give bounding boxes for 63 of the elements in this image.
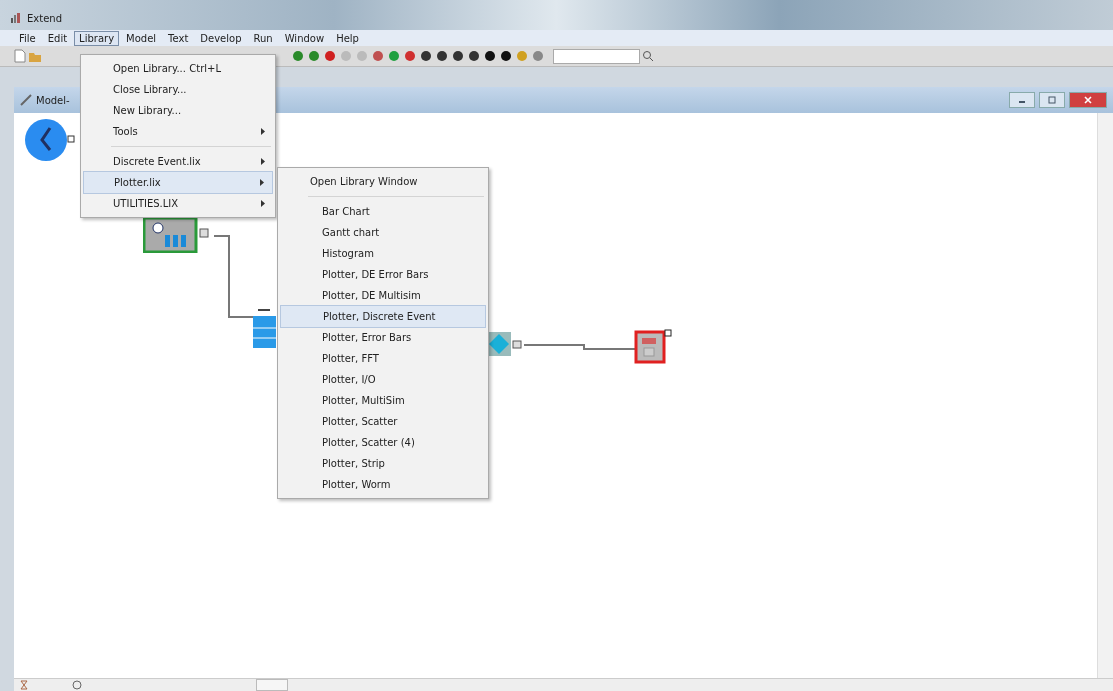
toolbar-icon[interactable] [435, 49, 449, 63]
toolbar-icon[interactable] [419, 49, 433, 63]
menu-option[interactable]: Open Library... Ctrl+L [83, 58, 273, 79]
menu-option[interactable]: Plotter, I/O [280, 369, 486, 390]
menu-option[interactable]: Plotter, FFT [280, 348, 486, 369]
clock-block-icon[interactable] [24, 118, 76, 162]
search-icon[interactable] [642, 50, 654, 62]
queue-block-icon[interactable] [252, 308, 277, 350]
menu-item[interactable]: Window [279, 30, 330, 46]
horizontal-scrollbar[interactable] [256, 679, 288, 691]
menu-item[interactable]: Library [74, 30, 120, 46]
menu-option[interactable]: Plotter.lix [83, 171, 273, 194]
menu-item[interactable]: Edit [42, 30, 73, 46]
menu-option-label: Discrete Event.lix [113, 156, 202, 167]
menu-option[interactable]: Plotter, Worm [280, 474, 486, 495]
menu-option[interactable]: Bar Chart [280, 201, 486, 222]
menu-option[interactable]: Plotter, DE Multisim [280, 285, 486, 306]
menu-option[interactable]: Plotter, Error Bars [280, 327, 486, 348]
maximize-icon [1047, 96, 1057, 104]
minimize-button[interactable] [1009, 92, 1035, 108]
menu-option[interactable]: Open Library Window [280, 171, 486, 192]
menu-option[interactable]: Close Library... [83, 79, 273, 100]
shortcut-label: Ctrl+L [189, 63, 221, 74]
menu-option[interactable]: Tools [83, 121, 273, 142]
menu-option[interactable]: Histogram [280, 243, 486, 264]
vertical-scrollbar[interactable] [1097, 113, 1113, 678]
menu-option[interactable]: Gantt chart [280, 222, 486, 243]
toolbar-icon[interactable] [499, 49, 513, 63]
menu-option[interactable]: Plotter, Strip [280, 453, 486, 474]
menu-option[interactable]: Plotter, DE Error Bars [280, 264, 486, 285]
new-file-icon[interactable] [14, 49, 26, 63]
menu-option[interactable]: Discrete Event.lix [83, 151, 273, 172]
menu-item[interactable]: Develop [195, 30, 247, 46]
hourglass-icon [20, 680, 28, 690]
menu-item[interactable]: Text [163, 30, 194, 46]
toolbar-icon[interactable] [483, 49, 497, 63]
toolbar-icon[interactable] [451, 49, 465, 63]
menu-item[interactable]: File [14, 30, 41, 46]
menu-option-label: Plotter.lix [114, 177, 162, 188]
menu-option[interactable]: UTILITIES.LIX [83, 193, 273, 214]
globe-icon [72, 680, 82, 690]
menu-item[interactable]: Run [248, 30, 278, 46]
toolbar-icon[interactable] [467, 49, 481, 63]
menu-option[interactable]: Plotter, Scatter [280, 411, 486, 432]
close-button[interactable] [1069, 92, 1107, 108]
search-field[interactable] [553, 48, 640, 64]
menu-item[interactable]: Model [121, 30, 162, 46]
menu-option-label: Close Library... [113, 84, 188, 95]
menu-option-label: Open Library... [113, 63, 187, 74]
model-window-title: Model- [36, 94, 70, 106]
menu-option[interactable]: New Library... [83, 100, 273, 121]
menu-option[interactable]: Plotter, Scatter (4) [280, 432, 486, 453]
menu-option-label: Tools [113, 126, 139, 137]
menu-option[interactable]: Plotter, Discrete Event [280, 305, 486, 328]
menu-option[interactable]: Plotter, MultiSim [280, 390, 486, 411]
menu-option-label: New Library... [113, 105, 183, 116]
window-title: Extend [27, 12, 62, 24]
model-icon [20, 94, 32, 106]
app-icon [10, 12, 22, 24]
exit-block-icon[interactable] [634, 328, 672, 366]
menu-item[interactable]: Help [331, 30, 364, 46]
menu-option-label: UTILITIES.LIX [113, 198, 180, 209]
close-icon [1083, 96, 1093, 104]
